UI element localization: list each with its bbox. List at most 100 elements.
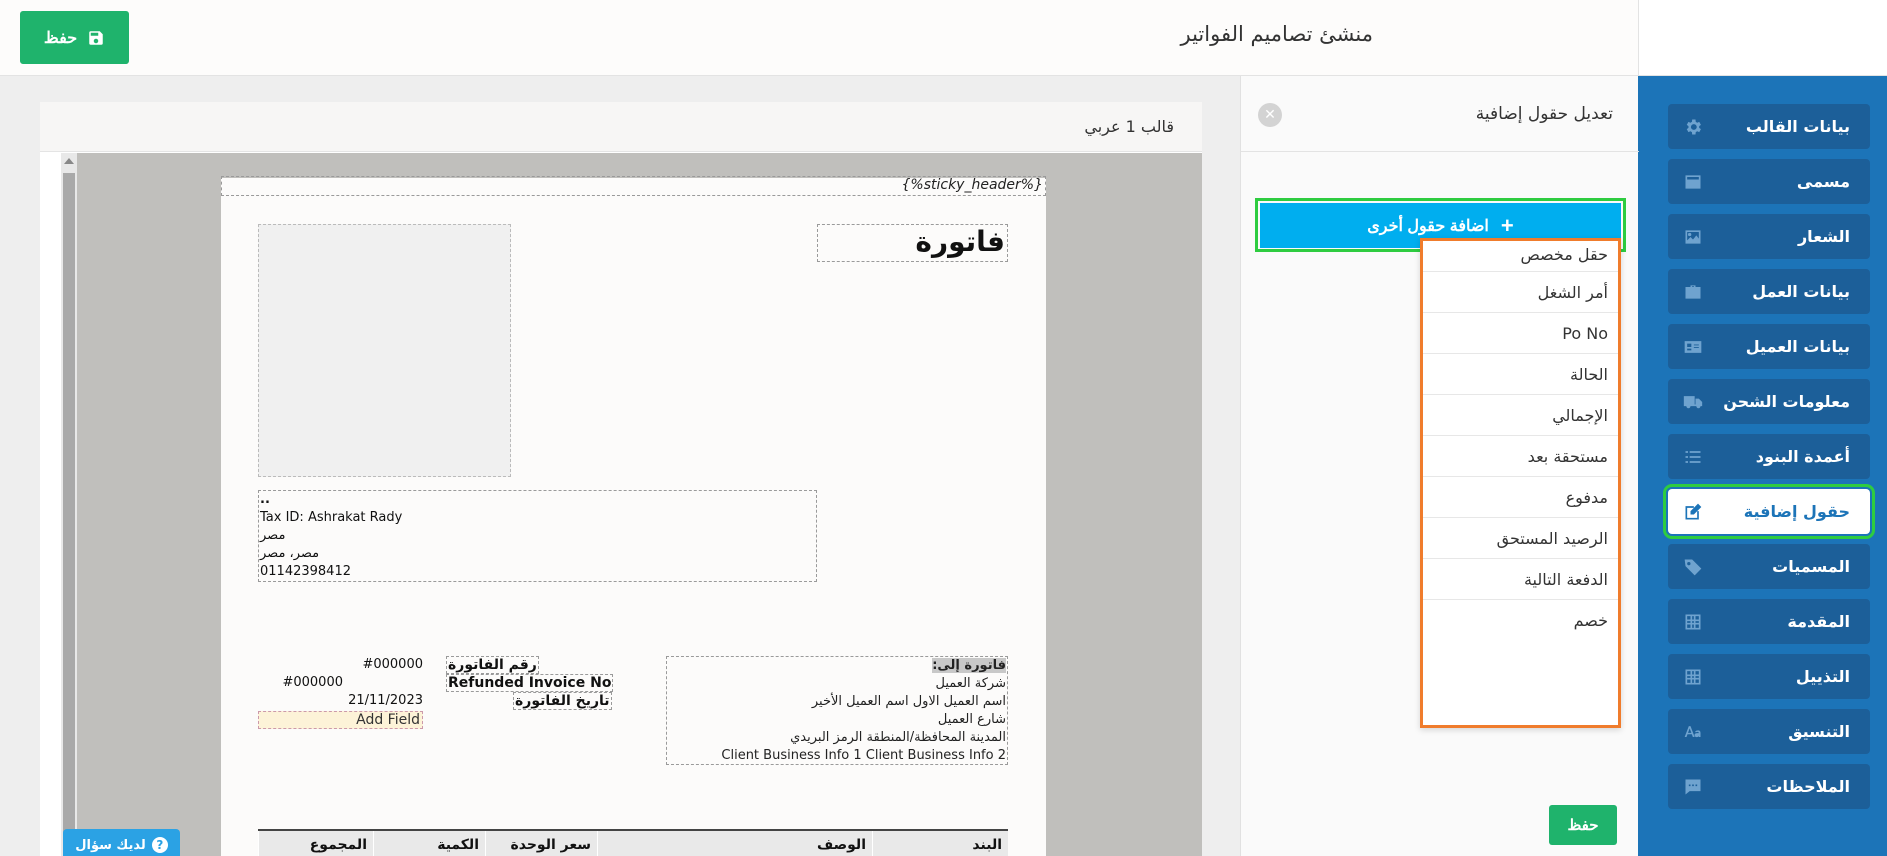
dropdown-item-next-payment[interactable]: الدفعة التالية [1423,559,1618,600]
sidebar-item-label: الملاحظات [1766,777,1850,796]
column-header-quantity[interactable]: الكمية [373,831,485,856]
bill-to-label: فاتورة إلى: [932,658,1006,673]
scroll-thumb[interactable] [63,173,75,856]
company-phone: 01142398412 [260,564,351,579]
fields-dropdown: حقل مخصص أمر الشغل Po No الحالة الإجمالي… [1420,238,1621,728]
sidebar-item-label: معلومات الشحن [1723,392,1850,411]
panel-title: تعديل حقول إضافية [1475,104,1613,124]
column-header-description[interactable]: الوصف [597,831,872,856]
sidebar-item-label: بيانات العمل [1752,282,1850,301]
sidebar-item-labels[interactable]: المسميات [1668,544,1870,589]
invoice-number-value: #000000 [362,657,423,672]
dropdown-item-po-no[interactable]: Po No [1423,313,1618,354]
sidebar-item-label: أعمدة البنود [1755,447,1850,466]
help-label: لديك سؤال [75,837,146,853]
id-card-icon [1682,336,1704,358]
dropdown-item-due-after[interactable]: مستحقة بعد [1423,436,1618,477]
sidebar-item-label: المسميات [1772,557,1850,576]
sticky-header-placeholder[interactable]: {%sticky_header%} [221,176,1046,196]
tag-icon [1682,556,1704,578]
save-button-label: حفظ [43,29,78,47]
dropdown-item-work-order[interactable]: أمر الشغل [1423,272,1618,313]
invoice-number-label[interactable]: رقم الفاتورة [446,656,539,674]
header-corner [1638,0,1887,76]
text-format-icon [1682,721,1704,743]
sidebar-item-shipping[interactable]: معلومات الشحن [1668,379,1870,424]
bill-to-line: Client Business Info 1 Client Business I… [721,748,1006,763]
sidebar-item-footer[interactable]: التذييل [1668,654,1870,699]
sidebar-item-label: الشعار [1797,227,1850,246]
image-icon [1682,226,1704,248]
sidebar-item-logo[interactable]: الشعار [1668,214,1870,259]
sidebar: بيانات القالب مسمى الشعار بيانات العمل ب… [1638,76,1887,856]
sidebar-item-label: المقدمة [1787,612,1850,631]
save-button[interactable]: حفظ [20,11,129,64]
company-info[interactable]: .. Tax ID: Ashrakat Rady مصر مصر، مصر 01… [258,490,817,582]
items-table-header: البند الوصف سعر الوحدة الكمية المجموع [258,829,1008,856]
sidebar-item-extra-fields[interactable]: حقول إضافية [1663,484,1875,539]
sidebar-item-label: التذييل [1795,667,1850,686]
sidebar-item-label: التنسيق [1788,722,1850,741]
sidebar-item-label: حقول إضافية [1743,502,1850,521]
comment-icon [1682,776,1704,798]
dropdown-item-status[interactable]: الحالة [1423,354,1618,395]
refunded-invoice-label[interactable]: Refunded Invoice No [446,674,614,692]
invoice-title[interactable]: فاتورة [817,224,1008,262]
sidebar-item-header[interactable]: المقدمة [1668,599,1870,644]
sidebar-item-client-data[interactable]: بيانات العميل [1668,324,1870,369]
add-fields-label: اضافة حقول أخرى [1367,217,1489,235]
dropdown-item-custom-field[interactable]: حقل مخصص [1423,241,1618,272]
page-title: منشئ تصاميم الفواتير [1180,22,1374,46]
bill-to-line: اسم العميل الاول اسم العميل الأخير [811,694,1006,709]
sidebar-item-item-columns[interactable]: أعمدة البنود [1668,434,1870,479]
grid-icon [1682,666,1704,688]
panel-save-button[interactable]: حفظ [1549,805,1617,845]
sidebar-item-label: بيانات العميل [1745,337,1850,356]
add-field-button[interactable]: Add Field [258,711,423,729]
sidebar-item-title[interactable]: مسمى [1668,159,1870,204]
grid-icon [1682,611,1704,633]
company-line: .. [260,492,270,507]
briefcase-icon [1682,281,1704,303]
sidebar-item-template-data[interactable]: بيانات القالب [1668,104,1870,149]
invoice-date-label[interactable]: تاريخ الفاتورة [513,692,612,710]
sidebar-item-label: بيانات القالب [1745,117,1850,136]
edit-icon [1682,501,1704,523]
column-header-total[interactable]: المجموع [258,831,373,856]
refunded-invoice-value: #000000 [282,675,343,690]
list-icon [1682,446,1704,468]
preview-area: قالب 1 عربي {%sticky_header%} فاتورة .. … [0,76,1240,856]
invoice-canvas[interactable]: {%sticky_header%} فاتورة .. Tax ID: Ashr… [61,153,1202,856]
top-header: منشئ تصاميم الفواتير حفظ [0,0,1638,76]
close-icon[interactable]: ✕ [1258,103,1282,127]
logo-placeholder[interactable] [258,224,511,477]
bill-to-line: شركة العميل [935,676,1006,691]
save-icon [89,30,103,45]
panel-header: تعديل حقول إضافية ✕ [1241,76,1639,152]
company-tax-id: Tax ID: Ashrakat Rady [260,510,403,525]
company-line: مصر [260,528,286,543]
preview-header: قالب 1 عربي [40,102,1202,152]
gear-icon [1682,116,1704,138]
card-icon [1682,171,1704,193]
invoice-paper: {%sticky_header%} فاتورة .. Tax ID: Ashr… [221,176,1046,856]
invoice-date-value: 21/11/2023 [348,693,423,708]
vertical-scrollbar[interactable] [61,153,77,856]
dropdown-item-balance-due[interactable]: الرصيد المستحق [1423,518,1618,559]
dropdown-item-paid[interactable]: مدفوع [1423,477,1618,518]
sidebar-item-notes[interactable]: الملاحظات [1668,764,1870,809]
plus-icon: + [1500,212,1514,238]
scroll-up-icon[interactable] [64,158,74,164]
edit-panel: تعديل حقول إضافية ✕ + اضافة حقول أخرى حق… [1240,76,1639,856]
bill-to-block[interactable]: فاتورة إلى: شركة العميل اسم العميل الاول… [666,656,1008,765]
sidebar-item-business-data[interactable]: بيانات العمل [1668,269,1870,314]
column-header-item[interactable]: البند [872,831,1008,856]
help-button[interactable]: ? لديك سؤال [63,829,180,856]
template-name: قالب 1 عربي [1084,117,1174,136]
dropdown-item-total[interactable]: الإجمالي [1423,395,1618,436]
column-header-unit-price[interactable]: سعر الوحدة [485,831,597,856]
dropdown-item-discount[interactable]: خصم [1423,600,1618,641]
bill-to-line: المدينة المحافظة/المنطقة الرمز البريدي [790,730,1006,745]
preview-card: قالب 1 عربي {%sticky_header%} فاتورة .. … [40,102,1202,856]
sidebar-item-formatting[interactable]: التنسيق [1668,709,1870,754]
